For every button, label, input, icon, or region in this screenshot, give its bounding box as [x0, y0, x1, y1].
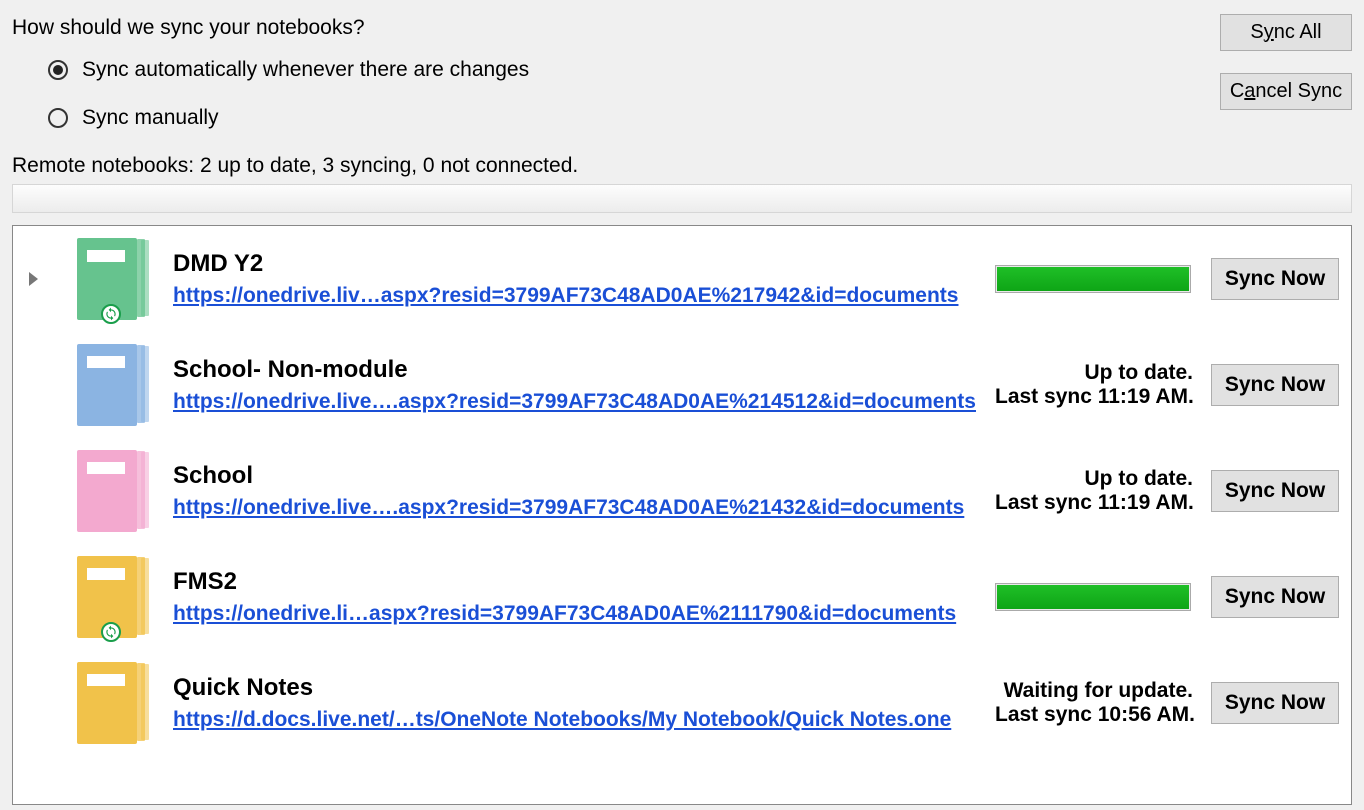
notebook-link[interactable]: https://onedrive.live….aspx?resid=3799AF… — [173, 496, 985, 520]
notebook-status-col: Waiting for update.Last sync 10:56 AM. — [995, 679, 1205, 727]
notebook-row: School- Non-module https://onedrive.live…… — [13, 332, 1351, 438]
notebook-text-col: School https://onedrive.live….aspx?resid=… — [173, 462, 995, 520]
notebook-action-col: Sync Now — [1205, 364, 1351, 406]
notebook-action-col: Sync Now — [1205, 682, 1351, 724]
btn-text-post: nc All — [1274, 21, 1322, 43]
notebook-status-line1: Waiting for update. — [995, 679, 1193, 703]
top-button-group: Sync All Cancel Sync — [1220, 14, 1352, 110]
expand-triangle-icon[interactable] — [29, 272, 38, 286]
btn-text-pre: C — [1230, 80, 1244, 102]
notebook-action-col: Sync Now — [1205, 576, 1351, 618]
notebook-link[interactable]: https://onedrive.live….aspx?resid=3799AF… — [173, 390, 985, 414]
btn-text-mn: y — [1264, 21, 1274, 43]
sync-progress-bar — [995, 265, 1191, 293]
expander-col — [13, 272, 53, 286]
notebook-icon — [77, 450, 149, 532]
notebook-icon-col — [53, 450, 173, 532]
btn-text-post: ncel Sync — [1255, 80, 1342, 102]
notebook-status-line1: Up to date. — [995, 467, 1193, 491]
sync-heading: How should we sync your notebooks? — [12, 16, 1352, 40]
notebook-link[interactable]: https://d.docs.live.net/…ts/OneNote Note… — [173, 708, 985, 732]
notebook-title: FMS2 — [173, 568, 985, 596]
notebook-status-line2: Last sync 11:19 AM. — [995, 491, 1193, 515]
radio-manual-label: Sync manually — [82, 106, 219, 130]
notebook-row: School https://onedrive.live….aspx?resid=… — [13, 438, 1351, 544]
notebook-icon-col — [53, 556, 173, 638]
sync-radio-group: Sync automatically whenever there are ch… — [48, 58, 1352, 130]
sync-all-button[interactable]: Sync All — [1220, 14, 1352, 51]
notebook-icon — [77, 344, 149, 426]
sync-arrows-icon — [104, 625, 118, 639]
sync-progress-bar — [995, 583, 1191, 611]
radio-sync-auto[interactable]: Sync automatically whenever there are ch… — [48, 58, 1352, 82]
notebook-action-col: Sync Now — [1205, 258, 1351, 300]
notebook-title: Quick Notes — [173, 674, 985, 702]
sync-arrows-icon — [104, 307, 118, 321]
notebook-title: School- Non-module — [173, 356, 985, 384]
notebook-status-col: Up to date.Last sync 11:19 AM. — [995, 361, 1205, 409]
notebook-action-col: Sync Now — [1205, 470, 1351, 512]
sync-badge-icon — [101, 304, 121, 324]
notebook-row: Quick Notes https://d.docs.live.net/…ts/O… — [13, 650, 1351, 756]
notebook-icon-col — [53, 662, 173, 744]
notebook-status-col — [995, 583, 1205, 611]
sync-badge-icon — [101, 622, 121, 642]
btn-text-pre: S — [1250, 21, 1263, 43]
notebook-row: DMD Y2 https://onedrive.liv…aspx?resid=37… — [13, 226, 1351, 332]
list-header-bar — [12, 184, 1352, 213]
sync-progress-fill — [997, 267, 1189, 291]
radio-auto-label: Sync automatically whenever there are ch… — [82, 58, 529, 82]
notebook-link[interactable]: https://onedrive.liv…aspx?resid=3799AF73… — [173, 284, 985, 308]
sync-summary: Remote notebooks: 2 up to date, 3 syncin… — [12, 154, 1352, 178]
sync-now-button[interactable]: Sync Now — [1211, 576, 1339, 618]
notebook-list: DMD Y2 https://onedrive.liv…aspx?resid=37… — [12, 225, 1352, 805]
notebook-icon-col — [53, 344, 173, 426]
notebook-text-col: DMD Y2 https://onedrive.liv…aspx?resid=37… — [173, 250, 995, 308]
notebook-icon-col — [53, 238, 173, 320]
notebook-text-col: FMS2 https://onedrive.li…aspx?resid=3799A… — [173, 568, 995, 626]
notebook-status-line1: Up to date. — [995, 361, 1193, 385]
notebook-title: School — [173, 462, 985, 490]
notebook-text-col: Quick Notes https://d.docs.live.net/…ts/O… — [173, 674, 995, 732]
notebook-link[interactable]: https://onedrive.li…aspx?resid=3799AF73C… — [173, 602, 985, 626]
sync-now-button[interactable]: Sync Now — [1211, 364, 1339, 406]
notebook-status-col — [995, 265, 1205, 293]
btn-text-mn: a — [1244, 80, 1255, 102]
radio-dot-icon — [48, 108, 68, 128]
notebook-status-line2: Last sync 10:56 AM. — [995, 703, 1193, 727]
notebook-title: DMD Y2 — [173, 250, 985, 278]
sync-now-button[interactable]: Sync Now — [1211, 682, 1339, 724]
sync-progress-fill — [997, 585, 1189, 609]
notebook-row: FMS2 https://onedrive.li…aspx?resid=3799A… — [13, 544, 1351, 650]
radio-sync-manual[interactable]: Sync manually — [48, 106, 1352, 130]
sync-now-button[interactable]: Sync Now — [1211, 258, 1339, 300]
notebook-text-col: School- Non-module https://onedrive.live…… — [173, 356, 995, 414]
radio-dot-icon — [48, 60, 68, 80]
notebook-status-line2: Last sync 11:19 AM. — [995, 385, 1193, 409]
cancel-sync-button[interactable]: Cancel Sync — [1220, 73, 1352, 110]
notebook-status-col: Up to date.Last sync 11:19 AM. — [995, 467, 1205, 515]
notebook-icon — [77, 662, 149, 744]
sync-now-button[interactable]: Sync Now — [1211, 470, 1339, 512]
